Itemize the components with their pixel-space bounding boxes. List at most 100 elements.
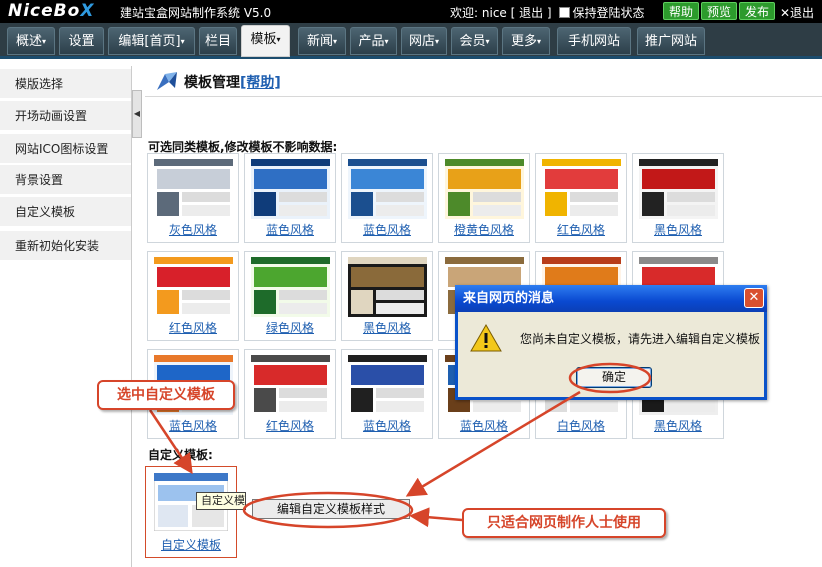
alert-dialog: 来自网页的消息 ✕ 您尚未自定义模板，请先进入编辑自定义模板 确定 xyxy=(455,285,767,400)
template-card[interactable]: 蓝色风格 xyxy=(341,153,433,243)
custom-template-name[interactable]: 自定义模板 xyxy=(146,536,236,553)
remember-login-checkbox[interactable] xyxy=(559,7,571,18)
menu-tab[interactable]: 概述▾ xyxy=(7,27,55,55)
menu-tab[interactable]: 网店▾ xyxy=(401,27,447,55)
menu-tab-label: 更多 xyxy=(510,34,537,49)
menu-tab[interactable]: 模板▾ xyxy=(241,25,290,57)
sidebar: 模版选择 开场动画设置 网站ICO图标设置 背景设置 自定义模板重新初始化安装 xyxy=(0,66,132,567)
template-name-link[interactable]: 蓝色风格 xyxy=(439,417,529,434)
menu-tab-label: 设置 xyxy=(68,34,95,49)
template-name-link[interactable]: 白色风格 xyxy=(536,417,626,434)
template-card[interactable]: 蓝色风格 xyxy=(244,153,336,243)
template-thumbnail xyxy=(348,355,427,415)
top-bar: NiceBoX 建站宝盒网站制作系统 V5.0 欢迎: nice [ 退出 ] … xyxy=(0,0,822,23)
title-divider xyxy=(145,96,822,97)
template-name-link[interactable]: 黑色风格 xyxy=(633,221,723,238)
chevron-down-icon: ▾ xyxy=(180,37,185,46)
publish-button[interactable]: 发布 xyxy=(739,2,776,20)
template-name-link[interactable]: 灰色风格 xyxy=(148,221,238,238)
menu-tab-label: 编辑[首页] xyxy=(118,34,181,49)
menu-tab-label: 产品 xyxy=(358,34,385,49)
annotation-designers-only: 只适合网页制作人士使用 xyxy=(462,508,666,538)
template-thumbnail xyxy=(348,159,427,219)
template-card[interactable]: 绿色风格 xyxy=(244,251,336,341)
sidebar-item[interactable]: 网站ICO图标设置 xyxy=(0,134,131,164)
template-name-link[interactable]: 蓝色风格 xyxy=(245,221,335,238)
template-card[interactable]: 灰色风格 xyxy=(147,153,239,243)
dialog-ok-button[interactable]: 确定 xyxy=(576,367,652,388)
menu-tab-label: 手机网站 xyxy=(567,34,620,49)
template-manager-icon xyxy=(157,72,177,90)
menu-tab[interactable]: 编辑[首页]▾ xyxy=(108,27,195,55)
nicebox-logo: NiceBoX xyxy=(8,1,95,21)
edit-custom-template-button[interactable]: 编辑自定义模板样式 xyxy=(252,499,410,519)
menu-tab[interactable]: 栏目 xyxy=(199,27,237,55)
chevron-down-icon: ▾ xyxy=(485,37,490,46)
template-name-link[interactable]: 蓝色风格 xyxy=(342,417,432,434)
menu-tab-label: 新闻 xyxy=(306,34,333,49)
menu-tab[interactable]: 推广网站 xyxy=(637,27,705,55)
help-link[interactable]: [帮助] xyxy=(240,75,281,91)
sidebar-collapse-toggle[interactable]: ◀ xyxy=(132,90,142,138)
template-thumbnail xyxy=(154,159,233,219)
chevron-down-icon: ▾ xyxy=(333,37,338,46)
main-menu: 概述▾ 设置 编辑[首页]▾ 栏目 模板▾ 新闻▾ 产品▾ 网店▾ 会员▾ 更多▾ 手机网站 推广网站 xyxy=(0,23,822,59)
template-name-link[interactable]: 红色风格 xyxy=(536,221,626,238)
menu-tab[interactable]: 设置 xyxy=(59,27,104,55)
exit-button[interactable]: ✕退出 xyxy=(780,4,814,21)
sidebar-item[interactable]: 开场动画设置 xyxy=(0,101,131,131)
menu-tab-label: 栏目 xyxy=(204,34,231,49)
username: nice xyxy=(481,6,507,20)
menu-tab[interactable]: 产品▾ xyxy=(350,27,397,55)
dialog-title: 来自网页的消息 xyxy=(455,285,767,312)
menu-tab[interactable]: 手机网站 xyxy=(557,27,631,55)
template-card[interactable]: 红色风格 xyxy=(147,251,239,341)
template-name-link[interactable]: 黑色风格 xyxy=(342,319,432,336)
template-thumbnail xyxy=(251,355,330,415)
menu-tab[interactable]: 新闻▾ xyxy=(298,27,346,55)
arrow-designers-only xyxy=(409,507,463,528)
menu-tab[interactable]: 更多▾ xyxy=(502,27,550,55)
custom-template-card[interactable]: 自定义模板 xyxy=(145,466,237,558)
template-card[interactable]: 红色风格 xyxy=(244,349,336,439)
menu-tab-label: 网店 xyxy=(408,34,435,49)
sidebar-item[interactable]: 重新初始化安装 xyxy=(0,231,131,261)
chevron-down-icon: ▾ xyxy=(537,37,542,46)
template-thumbnail xyxy=(251,159,330,219)
template-thumbnail xyxy=(445,159,524,219)
dialog-close-button[interactable]: ✕ xyxy=(744,288,764,308)
template-thumbnail xyxy=(542,159,621,219)
template-name-link[interactable]: 红色风格 xyxy=(148,319,238,336)
template-name-link[interactable]: 绿色风格 xyxy=(245,319,335,336)
logout-link[interactable]: [ 退出 ] xyxy=(511,6,552,20)
menu-tab[interactable]: 会员▾ xyxy=(451,27,498,55)
tooltip: 自定义模板 xyxy=(196,492,246,510)
template-name-link[interactable]: 红色风格 xyxy=(245,417,335,434)
menu-tab-label: 会员 xyxy=(459,34,486,49)
dialog-message: 您尚未自定义模板，请先进入编辑自定义模板 xyxy=(520,332,761,346)
template-thumbnail xyxy=(639,159,718,219)
custom-template-label: 自定义模板: xyxy=(148,448,213,462)
template-name-link[interactable]: 蓝色风格 xyxy=(342,221,432,238)
template-card[interactable]: 黑色风格 xyxy=(341,251,433,341)
system-title: 建站宝盒网站制作系统 V5.0 xyxy=(120,6,272,20)
template-card[interactable]: 黑色风格 xyxy=(632,153,724,243)
chevron-down-icon: ▾ xyxy=(435,37,440,46)
template-name-link[interactable]: 橙黄色风格 xyxy=(439,221,529,238)
sidebar-item[interactable]: 模版选择 xyxy=(0,69,131,99)
template-name-link[interactable]: 蓝色风格 xyxy=(148,417,238,434)
menu-tab-label: 推广网站 xyxy=(644,34,697,49)
sidebar-item[interactable]: 自定义模板 xyxy=(0,197,131,227)
chevron-down-icon: ▾ xyxy=(276,35,281,44)
template-thumbnail xyxy=(154,257,233,317)
help-button[interactable]: 帮助 xyxy=(663,2,700,20)
template-thumbnail xyxy=(348,257,427,317)
preview-button[interactable]: 预览 xyxy=(701,2,738,20)
template-name-link[interactable]: 黑色风格 xyxy=(633,417,723,434)
template-card[interactable]: 红色风格 xyxy=(535,153,627,243)
template-card[interactable]: 蓝色风格 xyxy=(341,349,433,439)
sidebar-item[interactable]: 背景设置 xyxy=(0,165,131,195)
menu-tab-label: 概述 xyxy=(15,34,42,49)
user-box: 欢迎: nice [ 退出 ] 保持登陆状态 xyxy=(450,4,644,21)
template-card[interactable]: 橙黄色风格 xyxy=(438,153,530,243)
